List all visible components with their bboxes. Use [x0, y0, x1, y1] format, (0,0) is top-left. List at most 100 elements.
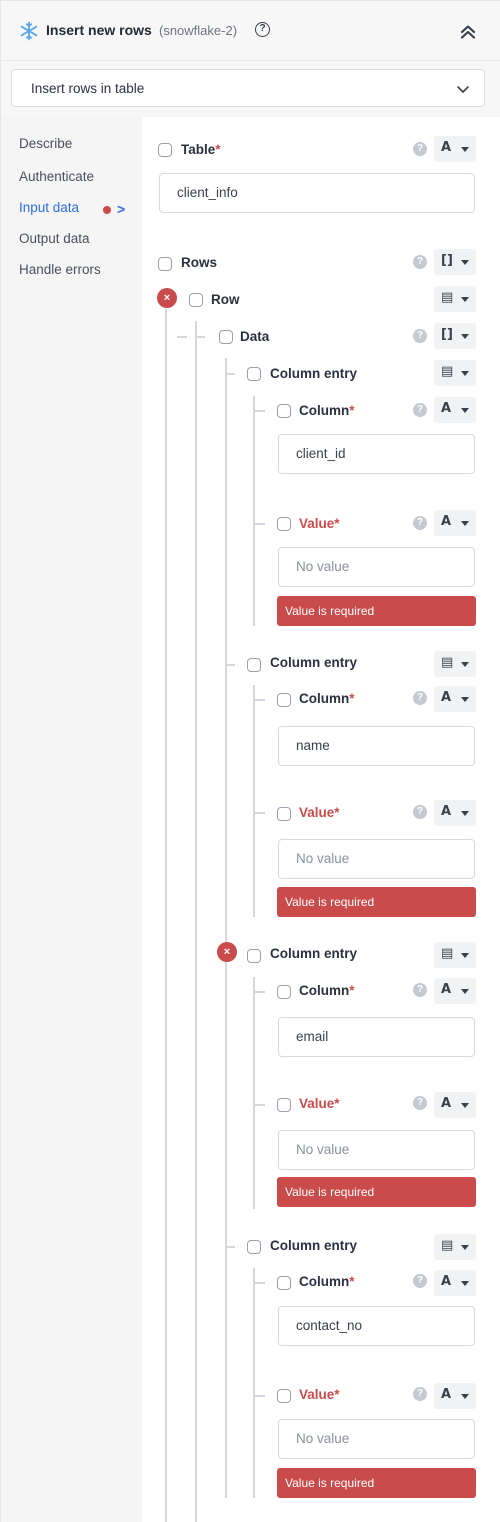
help-icon[interactable]: ?: [413, 142, 427, 156]
action-selector-area: Insert rows in table: [1, 61, 500, 117]
error-indicator-dot: [103, 206, 111, 214]
remove-row-icon[interactable]: ×: [157, 288, 177, 308]
type-selector-button[interactable]: A: [434, 136, 476, 162]
value-checkbox[interactable]: [277, 1389, 291, 1403]
tree-branch: [253, 1395, 265, 1397]
text-type-icon: A: [441, 140, 452, 155]
caret-down-icon: [461, 811, 469, 816]
type-selector-button[interactable]: ▤: [434, 651, 476, 677]
caret-down-icon: [461, 1103, 469, 1108]
column-checkbox[interactable]: [277, 693, 291, 707]
validation-error: Value is required: [277, 887, 476, 917]
value-checkbox[interactable]: [277, 807, 291, 821]
type-selector-button[interactable]: A: [434, 1383, 476, 1409]
type-selector-button[interactable]: []: [434, 249, 476, 275]
tree-branch: [253, 1104, 265, 1106]
text-type-icon: A: [441, 1274, 452, 1289]
action-select[interactable]: Insert rows in table: [11, 69, 485, 107]
caret-down-icon: [461, 1281, 469, 1286]
column-input[interactable]: name: [278, 726, 475, 766]
help-icon[interactable]: ?: [413, 805, 427, 819]
caret-down-icon: [461, 334, 469, 339]
caret-down-icon: [461, 297, 469, 302]
column-entry-checkbox[interactable]: [247, 949, 261, 963]
value-checkbox[interactable]: [277, 1098, 291, 1112]
help-icon[interactable]: ?: [413, 1096, 427, 1110]
tree-branch: [177, 336, 187, 338]
tree-branch: [225, 664, 235, 666]
tree-branch: [253, 523, 265, 525]
object-type-icon: ▤: [441, 946, 454, 961]
list-type-icon: []: [441, 253, 453, 268]
help-icon[interactable]: ?: [413, 691, 427, 705]
type-selector-button[interactable]: A: [434, 1270, 476, 1296]
type-selector-button[interactable]: A: [434, 978, 476, 1004]
help-icon[interactable]: ?: [413, 329, 427, 343]
value-input[interactable]: No value: [278, 547, 475, 587]
caret-down-icon: [461, 697, 469, 702]
column-input[interactable]: client_id: [278, 434, 475, 474]
help-icon[interactable]: ?: [413, 1387, 427, 1401]
column-checkbox[interactable]: [277, 404, 291, 418]
column-input[interactable]: contact_no: [278, 1306, 475, 1346]
help-icon[interactable]: ?: [413, 403, 427, 417]
remove-entry-icon[interactable]: ×: [217, 942, 237, 962]
data-checkbox[interactable]: [219, 330, 233, 344]
column-checkbox[interactable]: [277, 985, 291, 999]
help-icon[interactable]: ?: [413, 516, 427, 530]
sidebar-item-output-data[interactable]: Output data: [19, 231, 90, 246]
value-checkbox[interactable]: [277, 517, 291, 531]
value-input[interactable]: No value: [278, 1130, 475, 1170]
type-selector-button[interactable]: ▤: [434, 942, 476, 968]
help-icon[interactable]: ?: [413, 255, 427, 269]
rows-label: Rows: [181, 255, 218, 270]
help-icon[interactable]: ?: [255, 22, 270, 37]
rows-checkbox[interactable]: [158, 257, 172, 271]
type-selector-button[interactable]: ▤: [434, 1234, 476, 1260]
column-entry-checkbox[interactable]: [247, 1240, 261, 1254]
column-checkbox[interactable]: [277, 1276, 291, 1290]
column-input[interactable]: email: [278, 1017, 475, 1057]
table-input[interactable]: client_info: [159, 173, 475, 213]
type-selector-button[interactable]: ▤: [434, 360, 476, 386]
type-selector-button[interactable]: A: [434, 397, 476, 423]
value-label: Value*: [299, 1387, 340, 1402]
column-entry-checkbox[interactable]: [247, 367, 261, 381]
row-checkbox[interactable]: [189, 293, 203, 307]
type-selector-button[interactable]: A: [434, 686, 476, 712]
tree-branch: [225, 373, 235, 375]
text-type-icon: A: [441, 690, 452, 705]
caret-down-icon: [461, 147, 469, 152]
sidebar-item-describe[interactable]: Describe: [19, 136, 72, 151]
tree-line-entry-3: [253, 977, 255, 1209]
type-selector-button[interactable]: A: [434, 510, 476, 536]
table-checkbox[interactable]: [158, 143, 172, 157]
value-input[interactable]: No value: [278, 1419, 475, 1459]
object-type-icon: ▤: [441, 1238, 454, 1253]
type-selector-button[interactable]: A: [434, 1092, 476, 1118]
validation-error: Value is required: [277, 596, 476, 626]
type-selector-button[interactable]: []: [434, 323, 476, 349]
object-type-icon: ▤: [441, 364, 454, 379]
sidebar-item-input-data[interactable]: Input data: [19, 200, 79, 215]
list-type-icon: []: [441, 327, 453, 342]
caret-down-icon: [461, 662, 469, 667]
column-entry-checkbox[interactable]: [247, 658, 261, 672]
column-entry-label: Column entry: [270, 366, 358, 381]
help-icon[interactable]: ?: [413, 983, 427, 997]
collapse-chevrons-icon[interactable]: [458, 22, 478, 42]
column-label: Column*: [299, 403, 355, 418]
sidebar-item-authenticate[interactable]: Authenticate: [19, 169, 94, 184]
chevron-down-icon: [457, 86, 469, 93]
help-icon[interactable]: ?: [413, 1274, 427, 1288]
caret-down-icon: [461, 1394, 469, 1399]
caret-down-icon: [461, 1245, 469, 1250]
value-label: Value*: [299, 516, 340, 531]
value-input[interactable]: No value: [278, 839, 475, 879]
step-title: Insert new rows: [46, 22, 152, 38]
caret-down-icon: [461, 989, 469, 994]
type-selector-button[interactable]: A: [434, 800, 476, 826]
caret-down-icon: [461, 521, 469, 526]
sidebar-item-handle-errors[interactable]: Handle errors: [19, 262, 101, 277]
type-selector-button[interactable]: ▤: [434, 286, 476, 312]
